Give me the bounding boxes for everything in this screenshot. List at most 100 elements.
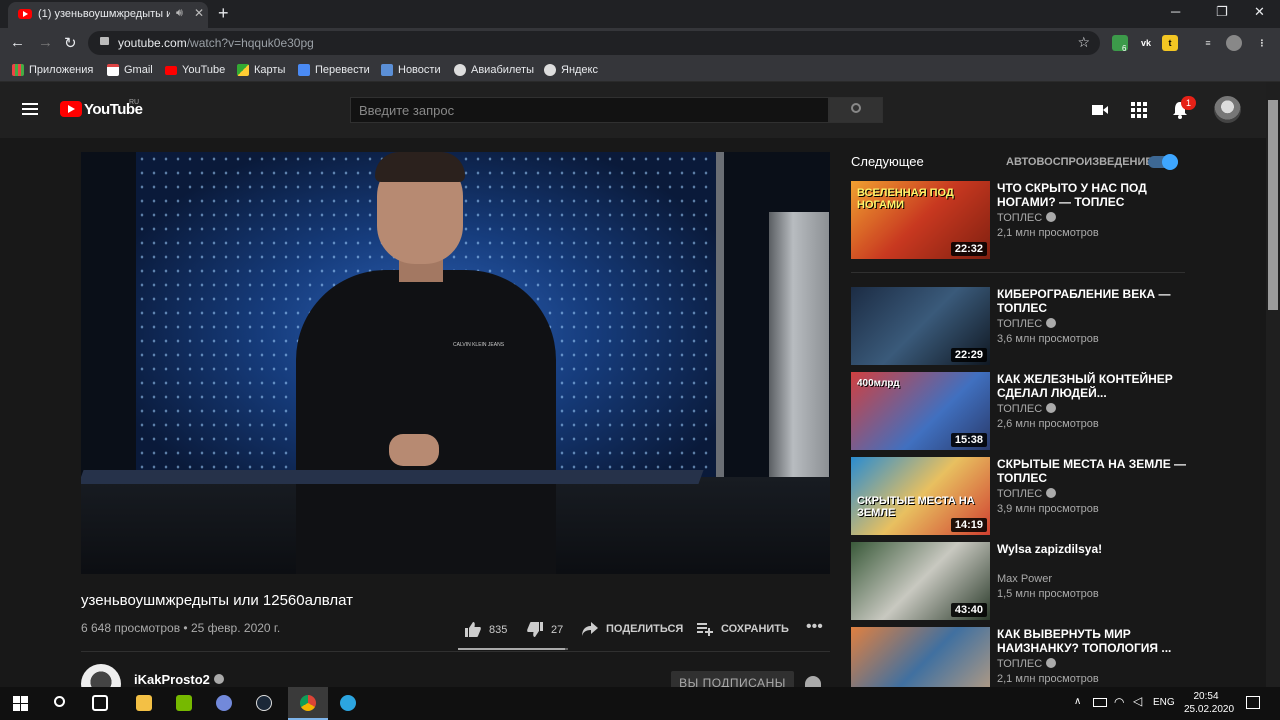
video-card-channel[interactable]: ТОПЛЕС (997, 488, 1057, 500)
maximize-button[interactable]: ❐ (1216, 4, 1228, 20)
bookmark-maps[interactable]: Карты (237, 64, 285, 76)
bookmark-label: Карты (254, 64, 286, 76)
bookmark-yandex[interactable]: Яндекс (544, 64, 598, 76)
video-thumbnail[interactable]: 43:40 (851, 542, 990, 620)
notification-badge: 1 (1181, 96, 1196, 110)
bookmark-gmail[interactable]: Gmail (107, 64, 153, 76)
profile-avatar-icon[interactable] (1226, 35, 1242, 51)
chrome-icon (300, 695, 316, 711)
recommended-video-card[interactable]: 400млрд 15:38 КАК ЖЕЛЕЗНЫЙ КОНТЕЙНЕР СДЕЛ… (851, 372, 1191, 450)
volume-icon[interactable]: ◁ (1133, 694, 1142, 708)
video-thumbnail[interactable]: СКРЫТЫЕ МЕСТА НА ЗЕМЛЕ 14:19 (851, 457, 990, 535)
verified-icon (213, 674, 224, 684)
system-clock[interactable]: 20:54 25.02.2020 (1184, 690, 1234, 716)
minimize-button[interactable]: ─ (1171, 4, 1180, 19)
video-card-channel[interactable]: ТОПЛЕС (997, 403, 1057, 415)
hamburger-menu-icon[interactable] (22, 103, 38, 115)
recommended-video-card[interactable]: ВСЕЛЕННАЯ ПОД НОГАМИ 22:32 ЧТО СКРЫТО У Н… (851, 181, 1191, 259)
start-button[interactable] (0, 687, 40, 720)
video-card-views: 2,1 млн просмотров (997, 227, 1099, 239)
search-icon (851, 103, 861, 113)
video-card-title[interactable]: СКРЫТЫЕ МЕСТА НА ЗЕМЛЕ — ТОПЛЕС (997, 457, 1187, 485)
bookmark-label: Авиабилеты (471, 64, 535, 76)
page-scrollbar[interactable] (1266, 82, 1280, 687)
taskbar-discord[interactable] (204, 687, 244, 720)
bookmark-flights[interactable]: Авиабилеты (454, 64, 534, 76)
vk-extension-icon[interactable]: vk (1138, 35, 1154, 51)
url-text[interactable]: youtube.com/watch?v=hqquk0e30pg (118, 36, 314, 50)
taskbar-explorer[interactable] (124, 687, 164, 720)
browser-tab[interactable]: (1) узеньвоушмжредыты ил 🔊︎ ✕ (8, 2, 208, 28)
video-thumbnail[interactable]: ВСЕЛЕННАЯ ПОД НОГАМИ 22:32 (851, 181, 990, 259)
search-box[interactable] (350, 97, 829, 123)
forward-button[interactable]: → (38, 34, 53, 51)
audio-playing-icon[interactable]: 🔊︎ (176, 7, 183, 20)
close-window-button[interactable]: ✕ (1254, 4, 1265, 20)
bookmark-label: Gmail (124, 64, 153, 76)
channel-name-text: ТОПЛЕС (997, 403, 1043, 415)
bookmark-apps[interactable]: Приложения (12, 64, 93, 76)
youtube-favicon-icon (18, 9, 32, 19)
bookmark-translate[interactable]: Перевести (298, 64, 370, 76)
video-duration: 22:32 (950, 242, 987, 256)
menu-kebab-icon[interactable]: ⋮ (1254, 35, 1270, 51)
search-input[interactable] (351, 98, 828, 122)
autoplay-toggle[interactable] (1148, 154, 1178, 170)
extension-badge: 6 (1122, 44, 1127, 53)
video-thumbnail[interactable]: 22:29 (851, 287, 990, 365)
wifi-icon[interactable]: ◠ (1114, 695, 1124, 709)
scrollbar-thumb[interactable] (1268, 100, 1278, 310)
channel-name-text: ТОПЛЕС (997, 488, 1043, 500)
taskbar-steam[interactable] (244, 687, 284, 720)
video-card-channel[interactable]: ТОПЛЕС (997, 318, 1057, 330)
verified-icon (1046, 403, 1057, 413)
media-queue-icon[interactable]: ≡ (1200, 35, 1216, 51)
save-button[interactable]: СОХРАНИТЬ (697, 622, 789, 636)
more-actions-icon[interactable]: ••• (806, 618, 823, 636)
video-player[interactable]: CALVIN KLEIN JEANS (81, 152, 830, 574)
apps-grid-icon[interactable] (1130, 101, 1148, 119)
video-card-channel[interactable]: ТОПЛЕС (997, 212, 1057, 224)
video-thumbnail[interactable]: 400млрд 15:38 (851, 372, 990, 450)
translate-extension-icon[interactable]: t (1162, 35, 1178, 51)
bookmark-news[interactable]: Новости (381, 64, 441, 76)
battery-icon[interactable] (1093, 698, 1107, 707)
create-video-icon[interactable] (1091, 101, 1109, 119)
like-button[interactable]: 835 (465, 622, 507, 637)
bookmark-label: Перевести (315, 64, 370, 76)
search-button[interactable] (829, 97, 883, 123)
recommended-video-card[interactable]: 43:40 Wylsa zapizdilsya! Max Power 1,5 м… (851, 542, 1191, 620)
tab-close-icon[interactable]: ✕ (194, 6, 204, 20)
video-card-channel[interactable]: Max Power (997, 573, 1052, 585)
recommended-video-card[interactable]: 22:29 КИБЕРОГРАБЛЕНИЕ ВЕКА — ТОПЛЕС ТОПЛ… (851, 287, 1191, 365)
bookmark-star-icon[interactable]: ☆ (1077, 34, 1090, 51)
video-card-title[interactable]: КАК ЖЕЛЕЗНЫЙ КОНТЕЙНЕР СДЕЛАЛ ЛЮДЕЙ... (997, 372, 1187, 400)
address-bar[interactable]: youtube.com/watch?v=hqquk0e30pg ☆ (88, 31, 1100, 55)
browser-toolbar: ← → ↻ youtube.com/watch?v=hqquk0e30pg ☆ … (0, 28, 1280, 58)
back-button[interactable]: ← (10, 34, 25, 51)
taskbar-telegram[interactable] (328, 687, 368, 720)
share-label: ПОДЕЛИТЬСЯ (606, 623, 684, 635)
language-indicator[interactable]: ENG (1153, 697, 1175, 708)
taskbar-search[interactable] (40, 687, 80, 720)
tray-expand-icon[interactable]: ∧ (1074, 696, 1081, 707)
video-card-title[interactable]: ЧТО СКРЫТО У НАС ПОД НОГАМИ? — ТОПЛЕС (997, 181, 1187, 209)
channel-name[interactable]: iKakProsto2 (134, 672, 224, 687)
dislike-button[interactable]: 27 (527, 622, 563, 637)
video-card-channel[interactable]: ТОПЛЕС (997, 658, 1057, 670)
action-center-icon[interactable] (1246, 696, 1260, 709)
taskbar-chrome[interactable] (288, 687, 328, 720)
recommended-video-card[interactable]: СКРЫТЫЕ МЕСТА НА ЗЕМЛЕ 14:19 СКРЫТЫЕ МЕСТ… (851, 457, 1191, 535)
youtube-logo-icon[interactable] (60, 101, 82, 117)
reload-button[interactable]: ↻ (64, 34, 77, 52)
video-card-title[interactable]: КИБЕРОГРАБЛЕНИЕ ВЕКА — ТОПЛЕС (997, 287, 1187, 315)
task-view-button[interactable] (80, 687, 120, 720)
share-button[interactable]: ПОДЕЛИТЬСЯ (582, 622, 683, 636)
thumbnail-text: СКРЫТЫЕ МЕСТА НА ЗЕМЛЕ (857, 495, 975, 519)
video-card-title[interactable]: Wylsa zapizdilsya! (997, 542, 1187, 556)
video-card-title[interactable]: КАК ВЫВЕРНУТЬ МИР НАИЗНАНКУ? ТОПОЛОГИЯ .… (997, 627, 1187, 655)
new-tab-button[interactable]: + (218, 3, 229, 24)
bookmark-youtube[interactable]: YouTube (165, 64, 225, 76)
taskbar-nvidia[interactable] (164, 687, 204, 720)
account-avatar[interactable] (1214, 96, 1241, 123)
